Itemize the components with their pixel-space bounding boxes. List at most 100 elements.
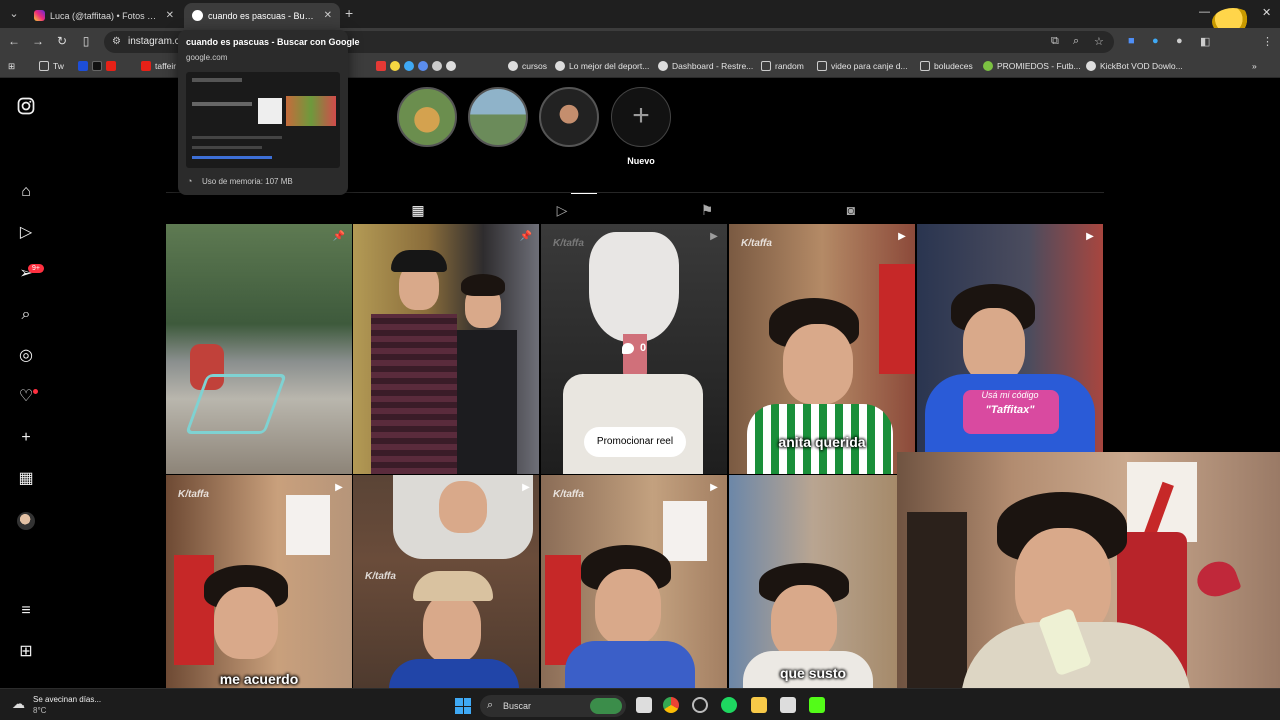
reel-icon: ▶: [522, 482, 530, 493]
jersey: [286, 495, 330, 555]
bookmark-folder-random[interactable]: random: [761, 61, 804, 71]
bookmark-promiedos[interactable]: PROMIEDOS - Futb...: [983, 61, 1081, 71]
store-icon[interactable]: [780, 697, 796, 713]
weather-title: Se avecinan días...: [33, 695, 102, 704]
windows-start-icon[interactable]: [455, 698, 471, 714]
cast-icon[interactable]: ⧉: [1051, 35, 1059, 48]
bookmark-favicon-icon: [446, 61, 456, 71]
extension-icon[interactable]: ●: [1176, 35, 1183, 47]
close-window-icon[interactable]: ✕: [1262, 6, 1271, 19]
preview-line: [192, 156, 272, 159]
weather-icon[interactable]: ☁: [12, 696, 25, 712]
tab-search-icon[interactable]: ⌄: [4, 4, 24, 24]
shirt: [389, 659, 519, 688]
create-icon[interactable]: +: [16, 428, 36, 448]
hover-card-memory: Uso de memoria: 107 MB: [202, 177, 293, 186]
bookmark-icon-row[interactable]: [376, 61, 460, 71]
instagram-favicon-icon: [34, 10, 45, 21]
post-tile[interactable]: K/taffa ▶: [541, 475, 727, 688]
reel-icon: ▶: [710, 231, 718, 242]
search-icon[interactable]: ⌕: [16, 305, 36, 325]
highlight-story[interactable]: [539, 87, 599, 147]
dashboard-icon[interactable]: ▦: [16, 469, 36, 489]
translate-icon[interactable]: ■: [1128, 35, 1135, 47]
profile-avatar[interactable]: [17, 512, 35, 530]
search-highlight-icon: [590, 698, 622, 714]
preview-line: [192, 146, 262, 149]
extension-icon[interactable]: ●: [1152, 35, 1159, 47]
tagged-icon[interactable]: ◙: [842, 201, 860, 219]
post-tile[interactable]: K/taffa ▶ anita querida: [729, 224, 915, 474]
pinned-icon: 📌: [519, 231, 533, 242]
bookmark-deporte[interactable]: Lo mejor del deport...: [555, 61, 649, 71]
bookmark-kickbot[interactable]: KickBot VOD Dowlo...: [1086, 61, 1183, 71]
taskbar-search-label: Buscar: [503, 701, 532, 711]
post-tile[interactable]: Usá mi código "Taffitax" ▶: [917, 224, 1103, 474]
new-tab-button[interactable]: +: [345, 5, 353, 21]
spotify-icon[interactable]: [721, 697, 737, 713]
post-tile[interactable]: que susto: [729, 475, 897, 688]
tab-google-search[interactable]: cuando es pascuas - Buscar con Google ✕: [184, 3, 340, 28]
globe-icon: [555, 61, 565, 71]
bookmark-dashboard[interactable]: Dashboard - Restre...: [658, 61, 753, 71]
bookmark-cursos[interactable]: cursos: [508, 61, 547, 71]
heart-pillow: [1192, 556, 1242, 602]
split-view-icon[interactable]: ▯: [78, 34, 94, 48]
suit: [457, 330, 517, 474]
home-icon[interactable]: ⌂: [16, 182, 36, 202]
bookmark-favicon-icon: [432, 61, 442, 71]
reel-icon: ▶: [898, 231, 906, 242]
apps-grid-icon[interactable]: ⊞: [8, 61, 15, 72]
post-tile[interactable]: 📌: [353, 224, 539, 474]
posts-grid-icon[interactable]: ▦: [409, 201, 427, 219]
bookmark-star-icon[interactable]: ☆: [1094, 35, 1104, 48]
bookmark-favicon-icon: [390, 61, 400, 71]
saved-bookmark-icon[interactable]: ⚑: [698, 201, 716, 219]
highlight-story[interactable]: [397, 87, 457, 147]
zoom-icon[interactable]: ⌕: [1073, 35, 1079, 48]
close-icon[interactable]: ✕: [324, 10, 332, 21]
face: [963, 308, 1025, 382]
task-view-icon[interactable]: [636, 697, 652, 713]
bookmark-folder-tw[interactable]: Tw: [39, 61, 64, 71]
kick-icon[interactable]: [809, 697, 825, 713]
post-tile[interactable]: K/taffa ▶ me acuerdo: [166, 475, 352, 688]
bookmark-folder-boludeces[interactable]: boludeces: [920, 61, 973, 71]
back-icon[interactable]: ←: [6, 34, 22, 48]
bookmark-label: video para canje d...: [831, 61, 908, 71]
notification-dot: [33, 389, 38, 394]
extensions-puzzle-icon[interactable]: ◧: [1200, 35, 1210, 48]
watermark: K/taffa: [365, 571, 396, 582]
bookmark-folder-video[interactable]: video para canje d...: [817, 61, 908, 71]
bookmark-label: random: [775, 61, 804, 71]
bookmark-icon-row[interactable]: [78, 61, 120, 71]
chrome-icon[interactable]: [663, 697, 679, 713]
tab-instagram[interactable]: Luca (@taffitaa) • Fotos y videos ✕: [26, 3, 182, 28]
highlight-story[interactable]: [468, 87, 528, 147]
reel-icon: ▶: [335, 482, 343, 493]
site-info-icon[interactable]: ⚙: [112, 36, 124, 48]
promote-reel-button[interactable]: Promocionar reel: [584, 427, 686, 457]
more-bookmarks-icon[interactable]: »: [1252, 61, 1257, 71]
reels-icon[interactable]: ▷: [16, 223, 36, 243]
watermark: K/taffa: [178, 489, 209, 500]
menu-kebab-icon[interactable]: ⋮: [1262, 35, 1273, 48]
obs-icon[interactable]: [692, 697, 708, 713]
forward-icon[interactable]: →: [30, 34, 46, 48]
post-tile[interactable]: K/taffa ▶: [353, 475, 539, 688]
close-icon[interactable]: ✕: [166, 10, 174, 21]
minimize-icon[interactable]: —: [1199, 6, 1210, 18]
taskbar-search[interactable]: ⌕ Buscar: [480, 695, 626, 717]
new-highlight-button[interactable]: +: [611, 87, 671, 147]
file-explorer-icon[interactable]: [751, 697, 767, 713]
face: [595, 569, 661, 645]
more-menu-icon[interactable]: ≡: [16, 601, 36, 621]
bookmark-taffeir[interactable]: taffeir: [141, 61, 176, 71]
post-tile[interactable]: 📌: [166, 224, 352, 474]
reels-tab-icon[interactable]: ▷: [553, 201, 571, 219]
search-icon: ⌕: [487, 699, 494, 711]
instagram-logo-icon[interactable]: [16, 97, 36, 117]
reload-icon[interactable]: ↻: [54, 34, 70, 48]
explore-icon[interactable]: ◎: [16, 346, 36, 366]
also-from-meta-icon[interactable]: ⊞: [16, 642, 36, 662]
